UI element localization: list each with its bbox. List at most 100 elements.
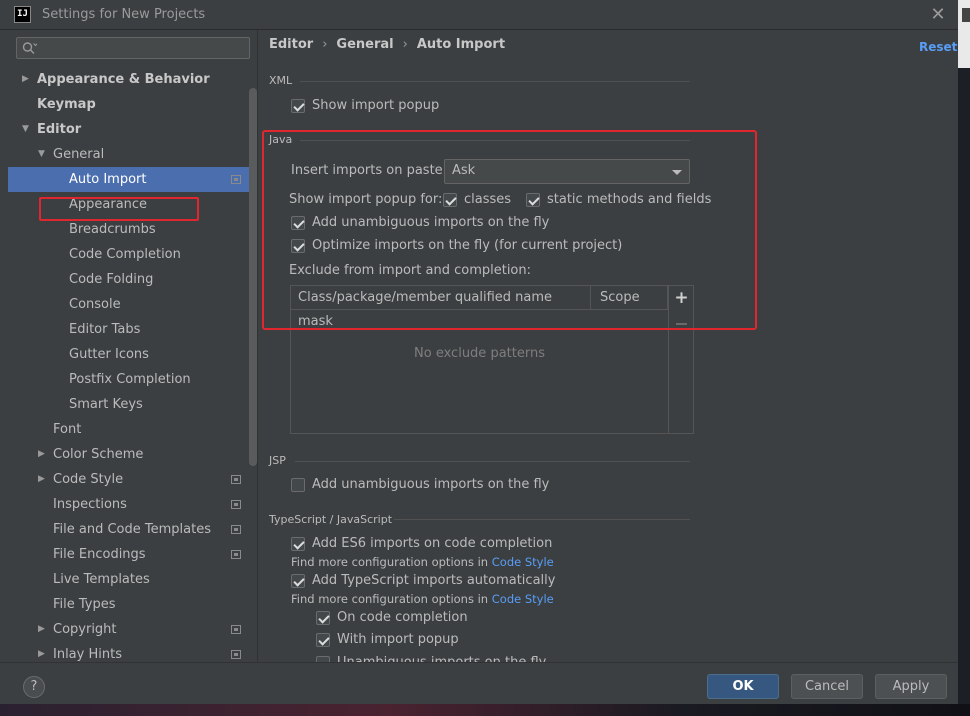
sidebar-item-live-templates[interactable]: Live Templates [0, 567, 250, 592]
sidebar-item-file-encodings[interactable]: File Encodings [0, 542, 250, 567]
sidebar-item-label: File and Code Templates [53, 522, 211, 537]
column-header-mask[interactable]: Class/package/member qualified name mask [291, 286, 591, 329]
remove-pattern-button[interactable] [676, 323, 687, 325]
sidebar-item-label: Copyright [53, 622, 117, 637]
checkbox-box[interactable] [526, 193, 540, 207]
help-button[interactable]: ? [23, 676, 45, 698]
checkbox-box[interactable] [291, 478, 305, 492]
sidebar-item-file-types[interactable]: File Types [0, 592, 250, 617]
sidebar-item-appearance-behavior[interactable]: ▶ Appearance & Behavior [0, 67, 250, 92]
cancel-button[interactable]: Cancel [791, 674, 863, 699]
chevron-down-icon [672, 170, 682, 175]
sidebar-item-label: Code Style [53, 472, 124, 487]
checkbox-label: Unambiguous imports on the fly [337, 654, 546, 662]
sidebar-item-copyright[interactable]: ▶ Copyright [0, 617, 250, 642]
chevron-right-icon[interactable]: ▶ [22, 67, 32, 92]
sidebar-item-smart-keys[interactable]: Smart Keys [0, 392, 250, 417]
desktop-taskbar-strip [0, 704, 970, 716]
checkbox-box[interactable] [291, 216, 305, 230]
sidebar-item-keymap[interactable]: Keymap [0, 92, 250, 117]
section-divider [300, 81, 690, 82]
settings-sidebar: ▶ Appearance & Behavior Keymap ▼ Editor ▼ Gene… [0, 30, 258, 662]
sidebar-item-label: Font [53, 422, 82, 437]
sidebar-item-label: Color Scheme [53, 447, 144, 462]
section-title-jsp: JSP [269, 454, 286, 467]
apply-button[interactable]: Apply [875, 674, 947, 699]
insert-imports-dropdown[interactable]: Ask [444, 159, 690, 184]
sidebar-item-label: Editor [37, 122, 82, 137]
close-icon[interactable]: ✕ [926, 3, 950, 27]
sidebar-item-code-folding[interactable]: Code Folding [0, 267, 250, 292]
sidebar-item-label: Gutter Icons [69, 347, 149, 362]
sidebar-item-code-style[interactable]: ▶ Code Style [0, 467, 250, 492]
sidebar-item-breadcrumbs[interactable]: Breadcrumbs [0, 217, 250, 242]
checkbox-box[interactable] [291, 99, 305, 113]
intellij-logo-icon: IJ [14, 6, 31, 23]
chevron-right-icon[interactable]: ▶ [38, 617, 48, 642]
sidebar-item-label: Live Templates [53, 572, 150, 587]
sidebar-item-label: Inlay Hints [53, 647, 122, 662]
sidebar-item-label: Breadcrumbs [69, 222, 156, 237]
sidebar-item-console[interactable]: Console [0, 292, 250, 317]
table-header: Class/package/member qualified name mask… [291, 286, 668, 329]
search-input[interactable] [16, 37, 250, 59]
window-title: Settings for New Projects [42, 7, 206, 22]
section-title-typescript: TypeScript / JavaScript [269, 513, 393, 526]
checkbox-label: With import popup [337, 632, 459, 647]
checkbox-box[interactable] [316, 633, 330, 647]
sidebar-item-label: Code Folding [69, 272, 154, 287]
sidebar-item-code-completion[interactable]: Code Completion [0, 242, 250, 267]
sidebar-item-general[interactable]: ▼ General [0, 142, 250, 167]
sidebar-item-postfix-completion[interactable]: Postfix Completion [0, 367, 250, 392]
sidebar-item-editor-tabs[interactable]: Editor Tabs [0, 317, 250, 342]
sidebar-item-inspections[interactable]: Inspections [0, 492, 250, 517]
chevron-right-icon[interactable]: ▶ [38, 467, 48, 492]
checkbox-label: classes [464, 192, 512, 207]
checkbox-label: static methods and fields [547, 192, 712, 207]
chevron-right-icon[interactable]: ▶ [38, 642, 48, 662]
sidebar-item-auto-import[interactable]: Auto Import [8, 167, 257, 192]
sidebar-item-inlay-hints[interactable]: ▶ Inlay Hints [0, 642, 250, 662]
chevron-right-icon[interactable]: ▶ [38, 442, 48, 467]
checkbox-label: Add unambiguous imports on the fly [312, 215, 550, 230]
sidebar-item-appearance[interactable]: Appearance [0, 192, 250, 217]
checkbox-box[interactable] [291, 239, 305, 253]
breadcrumb-editor[interactable]: Editor [269, 37, 313, 52]
code-style-link[interactable]: Code Style [492, 592, 554, 606]
sidebar-item-label: Smart Keys [69, 397, 143, 412]
code-style-link[interactable]: Code Style [492, 555, 554, 569]
sidebar-item-font[interactable]: Font [0, 417, 250, 442]
insert-imports-label: Insert imports on paste: [291, 163, 448, 178]
chevron-down-icon[interactable]: ▼ [38, 142, 48, 167]
checkbox-box[interactable] [291, 537, 305, 551]
sidebar-item-label: Appearance & Behavior [37, 72, 210, 87]
breadcrumb-general[interactable]: General [336, 37, 393, 52]
checkbox-label: On code completion [337, 610, 468, 625]
checkbox-box[interactable] [291, 574, 305, 588]
sidebar-item-color-scheme[interactable]: ▶ Color Scheme [0, 442, 250, 467]
exclude-label: Exclude from import and completion: [289, 263, 531, 278]
sidebar-item-label: Editor Tabs [69, 322, 141, 337]
add-pattern-button[interactable]: + [669, 287, 694, 309]
project-scope-icon [231, 500, 241, 509]
breadcrumb-separator: › [322, 37, 328, 52]
checkbox-label: Show import popup [312, 98, 440, 113]
section-title-java: Java [269, 133, 293, 146]
checkbox-box[interactable] [316, 611, 330, 625]
section-divider [394, 519, 690, 520]
reset-link[interactable]: Reset [919, 40, 957, 54]
section-title-xml: XML [269, 74, 293, 87]
config-hint: Find more configuration options in Code … [291, 592, 554, 606]
ok-button[interactable]: OK [707, 674, 779, 699]
hint-text: Find more configuration options in [291, 555, 492, 569]
sidebar-item-file-and-code-templates[interactable]: File and Code Templates [0, 517, 250, 542]
sidebar-item-editor[interactable]: ▼ Editor [0, 117, 250, 142]
checkbox-box[interactable] [443, 193, 457, 207]
sidebar-item-label: File Types [53, 597, 116, 612]
show-popup-for-label: Show import popup for: [289, 192, 443, 207]
chevron-down-icon[interactable]: ▼ [22, 117, 32, 142]
column-header-scope[interactable]: Scope [591, 286, 668, 310]
dropdown-value: Ask [452, 163, 476, 178]
sidebar-item-gutter-icons[interactable]: Gutter Icons [0, 342, 250, 367]
sidebar-scrollbar[interactable] [249, 88, 257, 466]
